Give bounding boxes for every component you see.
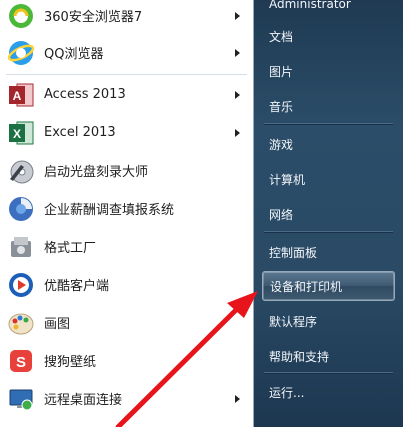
program-item-excel[interactable]: X Excel 2013 bbox=[0, 114, 252, 151]
program-label: 画图 bbox=[44, 317, 71, 332]
program-label: 优酷客户端 bbox=[44, 279, 110, 294]
divider bbox=[264, 372, 393, 374]
program-item-paint[interactable]: 画图 bbox=[0, 304, 252, 341]
place-item-network[interactable]: 网络 bbox=[262, 199, 395, 229]
program-label: 格式工厂 bbox=[44, 241, 97, 256]
disc-burner-icon bbox=[6, 156, 36, 186]
divider bbox=[6, 74, 247, 75]
youku-icon bbox=[6, 270, 36, 300]
place-item-run[interactable]: 运行... bbox=[262, 377, 395, 407]
place-item-help[interactable]: 帮助和支持 bbox=[262, 341, 395, 371]
program-label: Excel 2013 bbox=[44, 125, 116, 140]
program-item-qq-browser[interactable]: QQ浏览器 bbox=[0, 34, 252, 71]
program-item-survey-system[interactable]: 企业薪酬调查填报系统 bbox=[0, 190, 252, 227]
paint-icon bbox=[6, 308, 36, 338]
place-item-documents[interactable]: 文档 bbox=[262, 21, 395, 51]
submenu-arrow-icon bbox=[235, 11, 240, 20]
sogou-wallpaper-icon: S bbox=[6, 346, 36, 376]
place-item-default-programs[interactable]: 默认程序 bbox=[262, 306, 395, 336]
place-item-games[interactable]: 游戏 bbox=[262, 129, 395, 159]
submenu-arrow-icon bbox=[235, 394, 240, 403]
program-label: Access 2013 bbox=[44, 87, 126, 102]
access-icon: A bbox=[6, 80, 36, 110]
place-item-computer[interactable]: 计算机 bbox=[262, 164, 395, 194]
format-factory-icon bbox=[6, 232, 36, 262]
qq-browser-icon bbox=[6, 38, 36, 68]
submenu-arrow-icon bbox=[235, 90, 240, 99]
place-item-control-panel[interactable]: 控制面板 bbox=[262, 237, 395, 267]
svg-text:S: S bbox=[16, 354, 26, 371]
place-item-devices-printers[interactable]: 设备和打印机 bbox=[262, 271, 395, 301]
programs-pane: 360安全浏览器7 QQ浏览器 A Access 2013 X Excel 20… bbox=[0, 0, 254, 427]
program-label: 企业薪酬调查填报系统 bbox=[44, 203, 175, 218]
divider bbox=[264, 123, 393, 125]
place-item-pictures[interactable]: 图片 bbox=[262, 56, 395, 86]
program-label: 启动光盘刻录大师 bbox=[44, 165, 149, 180]
submenu-arrow-icon bbox=[235, 128, 240, 137]
program-item-youku[interactable]: 优酷客户端 bbox=[0, 266, 252, 303]
svg-text:X: X bbox=[13, 127, 21, 141]
program-item-access[interactable]: A Access 2013 bbox=[0, 76, 252, 113]
places-pane: Administrator 文档 图片 音乐 游戏 计算机 网络 控制面板 设备… bbox=[254, 0, 403, 427]
survey-system-icon bbox=[6, 194, 36, 224]
excel-icon: X bbox=[6, 118, 36, 148]
program-label: QQ浏览器 bbox=[44, 47, 104, 62]
program-label: 360安全浏览器7 bbox=[44, 10, 143, 25]
divider bbox=[264, 231, 393, 233]
program-item-360-browser[interactable]: 360安全浏览器7 bbox=[0, 0, 252, 34]
place-item-music[interactable]: 音乐 bbox=[262, 91, 395, 121]
remote-desktop-icon bbox=[6, 384, 36, 414]
place-item-user[interactable]: Administrator bbox=[262, 0, 395, 19]
submenu-arrow-icon bbox=[235, 48, 240, 57]
svg-text:A: A bbox=[13, 89, 22, 103]
360-browser-icon bbox=[6, 1, 36, 31]
program-item-disc-burner[interactable]: 启动光盘刻录大师 bbox=[0, 152, 252, 189]
program-item-remote-desktop[interactable]: 远程桌面连接 bbox=[0, 380, 252, 417]
program-label: 远程桌面连接 bbox=[44, 393, 123, 408]
program-label: 搜狗壁纸 bbox=[44, 355, 97, 370]
program-item-sogou-wallpaper[interactable]: S 搜狗壁纸 bbox=[0, 342, 252, 379]
program-item-format-factory[interactable]: 格式工厂 bbox=[0, 228, 252, 265]
